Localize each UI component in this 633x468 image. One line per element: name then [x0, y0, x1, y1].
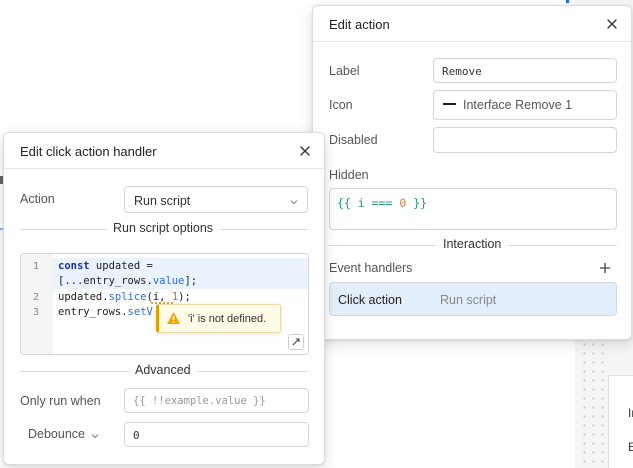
debounce-value: 0: [133, 429, 140, 442]
advanced-heading: Advanced: [129, 363, 197, 377]
panel-header: Edit click action handler: [4, 133, 324, 169]
disabled-field-label: Disabled: [329, 133, 378, 147]
inspector-card-text: Ir: [628, 406, 633, 420]
event-handler-row[interactable]: Click action Run script: [329, 282, 617, 316]
disabled-input[interactable]: [433, 127, 617, 153]
icon-picker-value: Interface Remove 1: [463, 98, 573, 112]
debounce-input[interactable]: 0: [124, 422, 309, 447]
debounce-label[interactable]: Debounce: [28, 427, 85, 441]
label-input-value: Remove: [442, 65, 482, 78]
action-field-label: Action: [20, 192, 55, 206]
hidden-field-label: Hidden: [329, 168, 369, 182]
line-number: 2: [33, 292, 40, 303]
lint-error-tooltip: 'i' is not defined.: [156, 304, 281, 333]
close-icon[interactable]: [298, 144, 312, 158]
code-line: const updated =: [58, 260, 153, 272]
plus-icon[interactable]: [599, 262, 611, 274]
panel-title: Edit click action handler: [20, 144, 157, 159]
interaction-heading: Interaction: [437, 237, 508, 251]
chevron-down-icon[interactable]: [90, 429, 100, 439]
only-run-when-input[interactable]: {{ !!example.value }}: [124, 388, 309, 413]
only-run-when-label: Only run when: [20, 394, 101, 408]
dotted-grid: [580, 340, 608, 468]
inspector-card-text: E: [628, 440, 633, 454]
lint-error-message: 'i' is not defined.: [188, 313, 267, 325]
selection-marker: [566, 0, 569, 3]
hidden-input[interactable]: {{ i === 0 }}: [329, 188, 617, 230]
code-line: entry_rows.setV: [58, 306, 153, 318]
handler-event: Click action: [338, 293, 402, 307]
icon-field-label: Icon: [329, 98, 353, 112]
handler-action: Run script: [440, 293, 497, 307]
close-icon[interactable]: [605, 17, 619, 31]
hidden-input-value: {{ i === 0 }}: [337, 196, 428, 210]
event-handlers-label: Event handlers: [329, 261, 413, 275]
line-number: 3: [33, 307, 40, 318]
chevron-down-icon: [289, 196, 299, 206]
label-field-label: Label: [329, 64, 360, 78]
edit-action-panel: Edit action Label Remove Icon Interface …: [312, 5, 632, 340]
only-run-when-placeholder: {{ !!example.value }}: [133, 395, 266, 407]
panel-title: Edit action: [329, 17, 390, 32]
code-line: [...entry_rows.value];: [58, 275, 198, 287]
interface-remove-icon: [443, 103, 456, 105]
label-input[interactable]: Remove: [433, 58, 617, 83]
line-number: 1: [33, 261, 40, 272]
icon-picker[interactable]: Interface Remove 1: [433, 90, 617, 120]
expand-icon[interactable]: [288, 334, 304, 350]
panel-header: Edit action: [313, 6, 631, 42]
inspector-card: Ir E: [608, 375, 633, 468]
run-script-options-heading: Run script options: [107, 221, 220, 235]
warning-icon: [166, 311, 181, 325]
action-select-value: Run script: [134, 194, 191, 208]
action-select[interactable]: Run script: [124, 186, 308, 213]
edit-click-handler-panel: Edit click action handler Action Run scr…: [3, 132, 325, 465]
